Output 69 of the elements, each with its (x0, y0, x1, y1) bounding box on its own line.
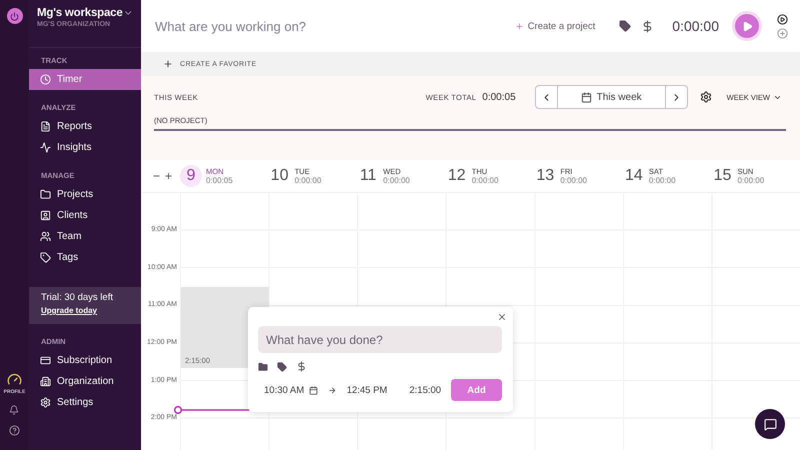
start-timer-button[interactable] (735, 14, 759, 38)
timer-display: 0:00:00 (672, 18, 719, 34)
bell-icon[interactable] (9, 405, 20, 415)
calendar-icon (580, 92, 592, 102)
upgrade-link[interactable]: Upgrade today (41, 306, 129, 315)
play-icon (742, 20, 752, 32)
tag-icon[interactable] (277, 362, 287, 372)
day-total: 0:00:00 (383, 176, 410, 185)
plus-icon (514, 22, 524, 30)
gauge-icon (6, 372, 22, 387)
sidebar-item[interactable]: Tags (29, 247, 141, 268)
clock-icon (40, 74, 51, 85)
day-number[interactable]: 13 (534, 165, 556, 187)
zoom-out-button[interactable]: − (153, 169, 160, 183)
sidebar-item[interactable]: Clients (29, 205, 141, 226)
start-time-field[interactable]: 10:30 AM (258, 379, 324, 401)
close-icon[interactable] (497, 312, 507, 322)
dollar-icon[interactable] (641, 20, 654, 32)
day-total: 0:00:00 (472, 176, 498, 185)
create-project-button[interactable]: Create a project (508, 20, 602, 32)
tag-icon[interactable] (619, 20, 632, 32)
settings-icon (40, 397, 51, 408)
day-number[interactable]: 9 (180, 165, 202, 187)
settings-icon[interactable] (700, 91, 712, 103)
help-icon[interactable] (8, 425, 20, 436)
day-number[interactable]: 11 (357, 165, 380, 187)
credit-card-icon (40, 355, 51, 366)
tag-icon (40, 252, 51, 263)
chart-icon (40, 142, 51, 153)
building-icon (40, 376, 51, 387)
week-total-value: 0:00:05 (482, 92, 516, 102)
arrow-right-icon (328, 386, 337, 394)
sidebar-item[interactable]: Team (29, 226, 141, 247)
day-total: 0:00:00 (648, 176, 676, 185)
calendar-icon (309, 386, 318, 394)
sidebar-item[interactable]: Subscription (29, 350, 141, 371)
power-icon (10, 12, 19, 20)
day-total: 0:00:00 (737, 176, 764, 185)
day-number[interactable]: 12 (446, 165, 468, 187)
sidebar-item[interactable]: Insights (29, 137, 141, 158)
sidebar-item[interactable]: Reports (29, 116, 141, 137)
people-icon (40, 231, 51, 242)
chat-button[interactable] (755, 409, 785, 439)
workspace-name: Mg's workspace (37, 7, 123, 19)
folder-icon[interactable] (258, 362, 268, 372)
day-number[interactable]: 10 (268, 165, 291, 187)
document-icon (40, 121, 51, 132)
zoom-in-button[interactable]: + (165, 169, 172, 183)
trial-text: Trial: 30 days left (41, 292, 114, 303)
description-input[interactable]: What have you done? (258, 326, 502, 353)
contact-card-icon (40, 210, 51, 221)
sidebar-item[interactable]: Timer (29, 69, 141, 90)
sidebar-item[interactable]: Projects (29, 184, 141, 205)
folder-icon (40, 189, 51, 200)
day-number[interactable]: 14 (622, 165, 645, 187)
sidebar-item[interactable]: Settings (29, 392, 141, 413)
power-button[interactable] (6, 8, 22, 24)
day-total: 0:00:00 (294, 176, 322, 185)
day-number[interactable]: 15 (711, 165, 734, 187)
dollar-icon[interactable] (296, 361, 307, 372)
duration-field[interactable]: 2:15:00 (403, 379, 448, 401)
day-total: 0:00:00 (560, 176, 588, 185)
play-circle-icon[interactable] (777, 14, 788, 24)
plus-icon (163, 59, 173, 69)
date-range-button[interactable]: This week (558, 86, 665, 108)
day-total: 0:00:05 (206, 176, 233, 185)
end-time-field[interactable]: 12:45 PM (340, 379, 394, 401)
sidebar-item[interactable]: Organization (29, 371, 141, 392)
chat-icon (764, 418, 776, 430)
